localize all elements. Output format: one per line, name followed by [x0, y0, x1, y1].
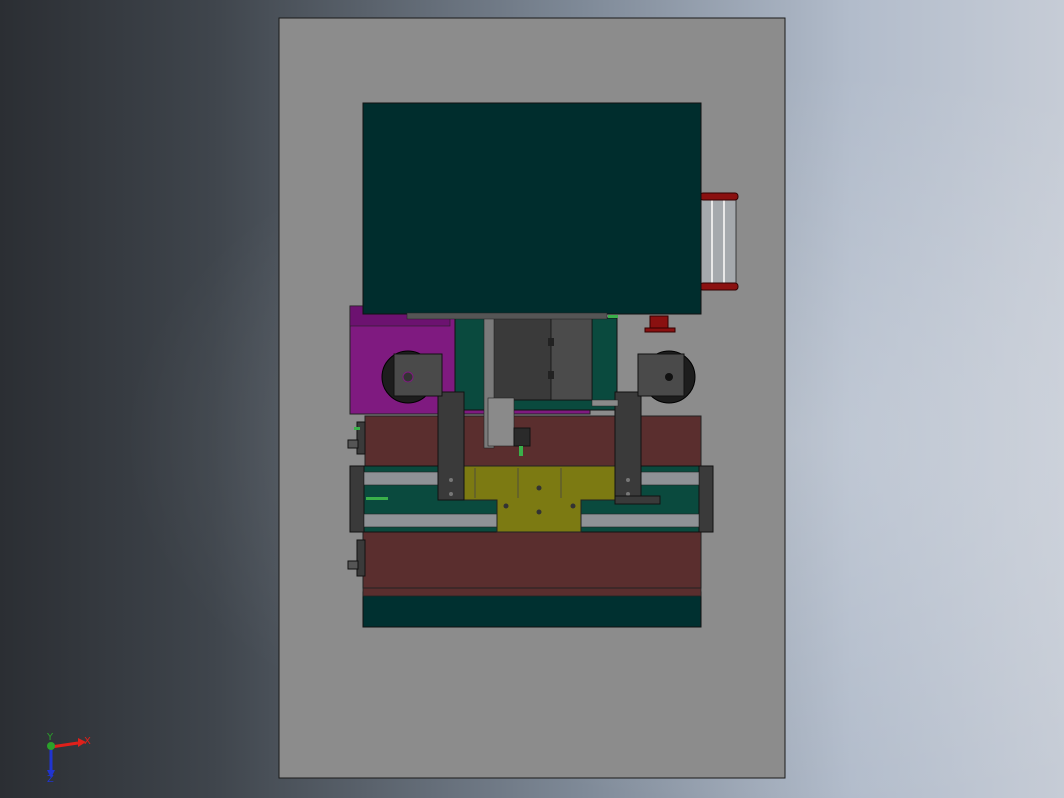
x-axis-arrow [50, 741, 79, 749]
z-axis-label: Z [47, 774, 54, 785]
x-axis-label: X [84, 736, 91, 747]
y-axis-dot [47, 742, 55, 750]
orientation-triad: X Y Z [46, 732, 91, 785]
y-axis-label: Y [46, 732, 54, 743]
